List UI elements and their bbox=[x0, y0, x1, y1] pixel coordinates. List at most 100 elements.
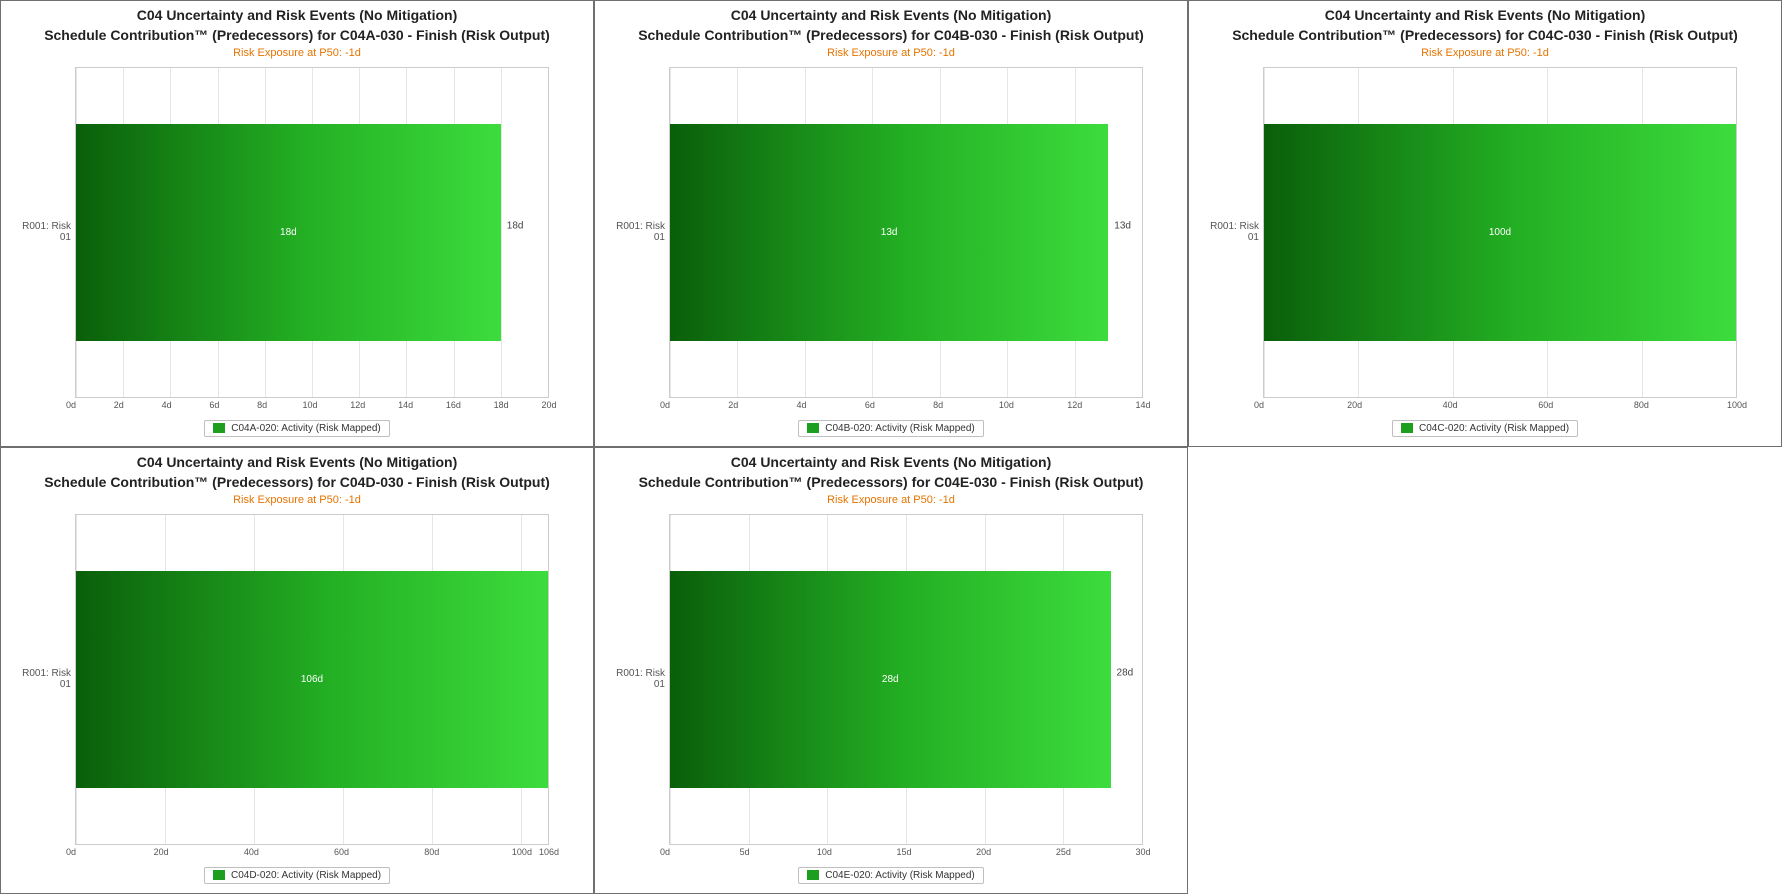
x-tick-label: 0d bbox=[66, 400, 76, 410]
bar-value-label: 100d bbox=[1489, 227, 1511, 238]
x-axis: 0d2d4d6d8d10d12d14d bbox=[665, 398, 1143, 414]
right-gutter bbox=[1737, 67, 1771, 398]
right-gutter bbox=[549, 514, 583, 845]
grid-line bbox=[1142, 515, 1143, 844]
bar-value-label: 18d bbox=[280, 227, 297, 238]
legend-row: C04C-020: Activity (Risk Mapped) bbox=[1199, 420, 1771, 439]
y-axis-category: R001: Risk 01 bbox=[11, 514, 75, 845]
plot-wrap: R001: Risk 01 28d 28d bbox=[605, 514, 1177, 845]
chart-grid: C04 Uncertainty and Risk Events (No Miti… bbox=[0, 0, 1782, 894]
plot-area: 13d 13d bbox=[669, 67, 1143, 398]
chart-panel-d: C04 Uncertainty and Risk Events (No Miti… bbox=[0, 447, 594, 894]
x-tick-label: 100d bbox=[1727, 400, 1747, 410]
x-tick-label: 2d bbox=[114, 400, 124, 410]
legend-label: C04B-020: Activity (Risk Mapped) bbox=[825, 423, 975, 434]
right-gutter bbox=[549, 67, 583, 398]
bar-end-label: 28d bbox=[1117, 667, 1134, 678]
bar-value-label: 106d bbox=[301, 674, 323, 685]
legend-item: C04E-020: Activity (Risk Mapped) bbox=[798, 867, 984, 884]
y-axis-category: R001: Risk 01 bbox=[605, 514, 669, 845]
chart-title: C04 Uncertainty and Risk Events (No Miti… bbox=[605, 7, 1177, 25]
legend-swatch-icon bbox=[1401, 423, 1413, 433]
bar: 13d bbox=[670, 124, 1108, 341]
plot-wrap: R001: Risk 01 13d 13d bbox=[605, 67, 1177, 398]
plot-wrap: R001: Risk 01 18d18d bbox=[11, 67, 583, 398]
empty-panel bbox=[1188, 447, 1782, 894]
x-tick-label: 30d bbox=[1135, 847, 1150, 857]
x-tick-label: 80d bbox=[1634, 400, 1649, 410]
x-tick-label: 20d bbox=[1347, 400, 1362, 410]
x-axis: 0d20d40d60d80d100d106d bbox=[71, 845, 549, 861]
x-tick-label: 10d bbox=[999, 400, 1014, 410]
x-tick-label: 2d bbox=[728, 400, 738, 410]
legend-swatch-icon bbox=[807, 423, 819, 433]
x-tick-label: 12d bbox=[350, 400, 365, 410]
x-tick-label: 0d bbox=[660, 400, 670, 410]
grid-line bbox=[1736, 68, 1737, 397]
x-tick-label: 4d bbox=[162, 400, 172, 410]
x-tick-label: 18d bbox=[494, 400, 509, 410]
x-tick-label: 6d bbox=[865, 400, 875, 410]
plot-wrap: R001: Risk 01 106d106d bbox=[11, 514, 583, 845]
chart-title: C04 Uncertainty and Risk Events (No Miti… bbox=[11, 7, 583, 25]
chart-subtitle: Schedule Contribution™ (Predecessors) fo… bbox=[1199, 27, 1771, 45]
x-axis: 0d5d10d15d20d25d30d bbox=[665, 845, 1143, 861]
x-tick-label: 20d bbox=[154, 847, 169, 857]
legend-label: C04C-020: Activity (Risk Mapped) bbox=[1419, 423, 1569, 434]
chart-subtitle: Schedule Contribution™ (Predecessors) fo… bbox=[11, 474, 583, 492]
x-tick-label: 14d bbox=[398, 400, 413, 410]
chart-title: C04 Uncertainty and Risk Events (No Miti… bbox=[605, 454, 1177, 472]
x-tick-label: 8d bbox=[933, 400, 943, 410]
x-tick-label: 0d bbox=[660, 847, 670, 857]
plot-area: 18d 18d bbox=[75, 67, 549, 398]
chart-titles: C04 Uncertainty and Risk Events (No Miti… bbox=[605, 454, 1177, 508]
bar: 100d bbox=[1264, 124, 1736, 341]
chart-subtitle: Schedule Contribution™ (Predecessors) fo… bbox=[605, 27, 1177, 45]
x-axis: 0d2d4d6d8d10d12d14d16d18d20d bbox=[71, 398, 549, 414]
chart-panel-c: C04 Uncertainty and Risk Events (No Miti… bbox=[1188, 0, 1782, 447]
x-tick-label: 106d bbox=[539, 847, 559, 857]
x-tick-label: 15d bbox=[896, 847, 911, 857]
plot-wrap: R001: Risk 01 100d100d bbox=[1199, 67, 1771, 398]
legend-label: C04A-020: Activity (Risk Mapped) bbox=[231, 423, 381, 434]
y-axis-category: R001: Risk 01 bbox=[605, 67, 669, 398]
risk-exposure-label: Risk Exposure at P50: -1d bbox=[605, 494, 1177, 508]
legend-row: C04A-020: Activity (Risk Mapped) bbox=[11, 420, 583, 439]
risk-exposure-label: Risk Exposure at P50: -1d bbox=[1199, 47, 1771, 61]
bar-value-label: 28d bbox=[882, 674, 899, 685]
chart-subtitle: Schedule Contribution™ (Predecessors) fo… bbox=[11, 27, 583, 45]
x-tick-label: 60d bbox=[334, 847, 349, 857]
x-tick-label: 20d bbox=[541, 400, 556, 410]
legend-label: C04D-020: Activity (Risk Mapped) bbox=[231, 870, 381, 881]
grid-line bbox=[501, 68, 502, 397]
right-gutter bbox=[1143, 67, 1177, 398]
legend-item: C04D-020: Activity (Risk Mapped) bbox=[204, 867, 390, 884]
x-tick-label: 40d bbox=[244, 847, 259, 857]
chart-panel-a: C04 Uncertainty and Risk Events (No Miti… bbox=[0, 0, 594, 447]
x-tick-label: 0d bbox=[66, 847, 76, 857]
bar-end-label: 13d bbox=[1114, 220, 1131, 231]
legend-row: C04E-020: Activity (Risk Mapped) bbox=[605, 867, 1177, 886]
grid-line bbox=[548, 515, 549, 844]
x-axis: 0d20d40d60d80d100d bbox=[1259, 398, 1737, 414]
x-tick-label: 25d bbox=[1056, 847, 1071, 857]
x-tick-label: 60d bbox=[1538, 400, 1553, 410]
legend-swatch-icon bbox=[213, 870, 225, 880]
chart-panel-e: C04 Uncertainty and Risk Events (No Miti… bbox=[594, 447, 1188, 894]
x-tick-label: 16d bbox=[446, 400, 461, 410]
legend-row: C04B-020: Activity (Risk Mapped) bbox=[605, 420, 1177, 439]
chart-panel-b: C04 Uncertainty and Risk Events (No Miti… bbox=[594, 0, 1188, 447]
legend-swatch-icon bbox=[213, 423, 225, 433]
x-tick-label: 8d bbox=[257, 400, 267, 410]
risk-exposure-label: Risk Exposure at P50: -1d bbox=[11, 47, 583, 61]
x-tick-label: 6d bbox=[209, 400, 219, 410]
bar-end-label: 18d bbox=[507, 220, 524, 231]
plot-area: 100d100d bbox=[1263, 67, 1737, 398]
x-tick-label: 5d bbox=[740, 847, 750, 857]
x-tick-label: 14d bbox=[1135, 400, 1150, 410]
grid-line bbox=[1142, 68, 1143, 397]
x-tick-label: 100d bbox=[512, 847, 532, 857]
chart-titles: C04 Uncertainty and Risk Events (No Miti… bbox=[11, 454, 583, 508]
x-tick-label: 4d bbox=[797, 400, 807, 410]
bar: 28d bbox=[670, 571, 1111, 788]
